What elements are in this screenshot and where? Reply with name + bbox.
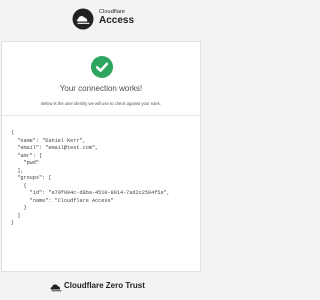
- cloudflare-logo-icon: [50, 284, 62, 292]
- identity-card: Your connection works! Below is the user…: [1, 41, 201, 272]
- identity-json: { "name": "Daniel Kerr", "email": "email…: [11, 130, 170, 226]
- status-description: Below is the user identity we will use t…: [41, 101, 161, 106]
- checkmark-circle-icon: [91, 56, 113, 78]
- header-product-title: Access: [99, 15, 135, 26]
- header: Cloudflare Access: [0, 0, 202, 40]
- status-heading: Your connection works!: [59, 84, 143, 93]
- card-status-section: Your connection works! Below is the user…: [2, 42, 200, 116]
- cloudflare-access-logo-icon: [72, 8, 94, 30]
- footer-brand: Cloudflare Zero Trust: [64, 281, 145, 290]
